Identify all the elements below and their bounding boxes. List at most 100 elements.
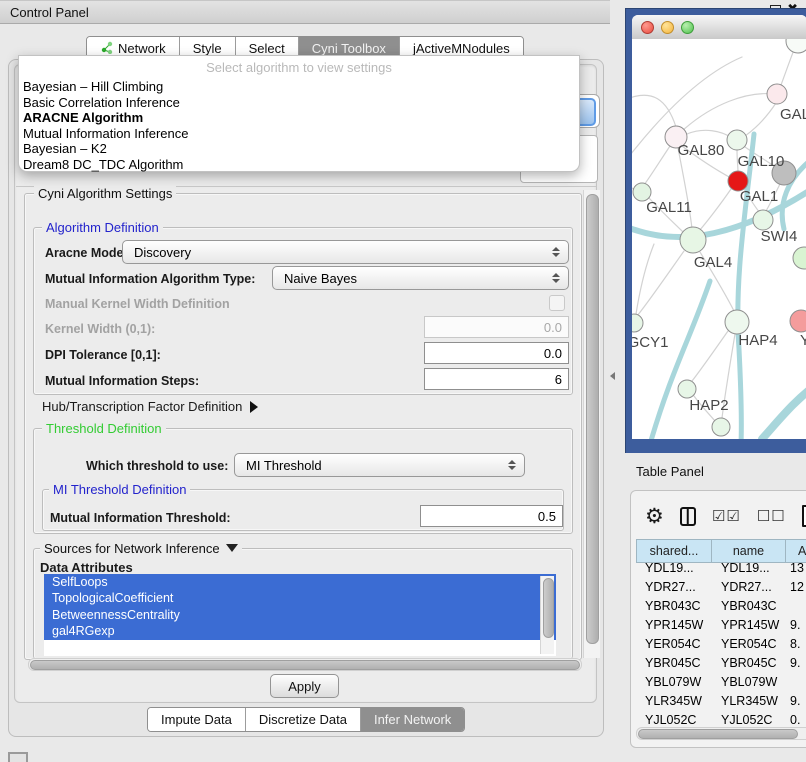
network-window-titlebar xyxy=(632,15,806,40)
node-label-y: Y xyxy=(800,332,806,349)
table-row[interactable]: YBL079WYBL079W xyxy=(636,672,806,691)
algorithm-option-mutual-information-inference[interactable]: Mutual Information Inference xyxy=(19,126,579,142)
tab-label: Discretize Data xyxy=(259,712,347,727)
zoom-window-icon[interactable] xyxy=(681,21,694,34)
table-cell: YER054C xyxy=(712,634,786,653)
table-row[interactable]: YDL19...YDL19...13 xyxy=(636,558,806,577)
scrollbar-thumb[interactable] xyxy=(30,660,580,670)
columns-icon[interactable] xyxy=(680,507,696,526)
scrollbar-thumb[interactable] xyxy=(543,578,554,638)
data-attributes-list[interactable]: SelfLoopsTopologicalCoefficientBetweenne… xyxy=(44,574,556,656)
table-cell: YBR043C xyxy=(712,596,786,615)
network-node[interactable] xyxy=(753,210,773,230)
tab-impute-data[interactable]: Impute Data xyxy=(148,708,246,731)
attribute-topologicalcoefficient[interactable]: TopologicalCoefficient xyxy=(44,590,556,606)
network-node[interactable] xyxy=(678,380,696,398)
network-node[interactable] xyxy=(727,130,747,150)
table-cell: 13 xyxy=(786,558,806,577)
mi-type-select[interactable]: Naive Bayes xyxy=(272,266,569,290)
control-panel-title: Control Panel xyxy=(10,5,89,20)
deselect-all-icon[interactable]: ☐☐ xyxy=(757,507,786,525)
network-node[interactable] xyxy=(632,314,643,332)
node-table: shared...nameA YDL19...YDL19...13YDR27..… xyxy=(636,539,806,729)
collapse-arrow-icon[interactable] xyxy=(226,544,238,552)
node-label-swi4: SWI4 xyxy=(761,228,798,245)
algorithm-option-basic-correlation-inference[interactable]: Basic Correlation Inference xyxy=(19,95,579,111)
control-panel-titlebar: Control Panel xyxy=(0,0,610,24)
manual-kernel-label: Manual Kernel Width Definition xyxy=(45,297,230,311)
attribute-selfloops[interactable]: SelfLoops xyxy=(44,574,556,590)
network-node[interactable] xyxy=(767,84,787,104)
algorithm-placeholder: Select algorithm to view settings xyxy=(19,60,579,79)
table-row[interactable]: YDR27...YDR27...12 xyxy=(636,577,806,596)
tab-infer-network[interactable]: Infer Network xyxy=(361,708,464,731)
table-cell: YDR27... xyxy=(636,577,712,596)
scrollbar-thumb[interactable] xyxy=(638,729,798,739)
aracne-mode-select[interactable]: Discovery xyxy=(122,240,569,264)
node-label-gcy1: GCY1 xyxy=(632,334,668,351)
aracne-mode-value: Discovery xyxy=(134,245,191,260)
table-cell: 9. xyxy=(786,653,806,672)
which-threshold-value: MI Threshold xyxy=(246,458,322,473)
table-row[interactable]: YER054CYER054C8. xyxy=(636,634,806,653)
select-all-icon[interactable]: ☑☑ xyxy=(712,507,741,525)
mi-threshold-label: Mutual Information Threshold: xyxy=(50,511,231,525)
tab-label: Network xyxy=(118,41,166,56)
network-node[interactable] xyxy=(793,247,806,269)
tab-label: Infer Network xyxy=(374,712,451,727)
mi-steps-input[interactable]: 6 xyxy=(424,368,569,390)
dpi-tolerance-value: 0.0 xyxy=(544,346,562,361)
tab-discretize-data[interactable]: Discretize Data xyxy=(246,708,361,731)
table-cell: YBR045C xyxy=(712,653,786,672)
table-cell: YDL19... xyxy=(636,558,712,577)
hub-section-toggle[interactable]: Hub/Transcription Factor Definition xyxy=(42,399,258,414)
network-edge xyxy=(650,281,710,439)
sources-group-title: Sources for Network Inference xyxy=(40,541,242,556)
network-node[interactable] xyxy=(680,227,706,253)
algorithm-option-aracne-algorithm[interactable]: ARACNE Algorithm xyxy=(19,110,579,126)
table-cell: YBL079W xyxy=(712,672,786,691)
table-hscrollbar[interactable] xyxy=(636,727,806,740)
table-panel: ⚙ ☑☑ ☐☐ shared...nameA YDL19...YDL19...1… xyxy=(630,490,806,748)
table-cell xyxy=(786,596,806,615)
kernel-width-input[interactable]: 0.0 xyxy=(424,316,569,338)
mi-type-value: Naive Bayes xyxy=(284,271,357,286)
new-table-icon[interactable] xyxy=(802,505,806,527)
network-edge xyxy=(687,130,732,138)
settings-scrollbar[interactable] xyxy=(583,190,600,658)
network-node[interactable] xyxy=(790,310,806,332)
expand-arrow-icon[interactable] xyxy=(250,401,258,413)
node-label-gal: GAL xyxy=(780,106,806,123)
network-canvas[interactable]: GALGAL80GAL10GAL1GAL11SWI4GAL4GCY1HAP4YH… xyxy=(632,39,806,439)
dpi-tolerance-input[interactable]: 0.0 xyxy=(424,342,569,364)
network-edge xyxy=(682,94,775,131)
table-cell: 8. xyxy=(786,634,806,653)
data-attributes-label: Data Attributes xyxy=(40,560,133,575)
table-row[interactable]: YLR345WYLR345W9. xyxy=(636,691,806,710)
algorithm-option-bayesian-hill-climbing[interactable]: Bayesian – Hill Climbing xyxy=(19,79,579,95)
minimize-window-icon[interactable] xyxy=(661,21,674,34)
algorithm-option-dream8-dc-tdc-algorithm[interactable]: Dream8 DC_TDC Algorithm xyxy=(19,157,579,173)
network-node[interactable] xyxy=(725,310,749,334)
splitter-handle-icon[interactable] xyxy=(610,372,615,380)
attribute-betweennesscentrality[interactable]: BetweennessCentrality xyxy=(44,607,556,623)
attribute-gal4rgexp[interactable]: gal4RGexp xyxy=(44,623,556,639)
close-window-icon[interactable] xyxy=(641,21,654,34)
manual-kernel-checkbox[interactable] xyxy=(549,295,565,311)
network-graph[interactable]: GALGAL80GAL10GAL1GAL11SWI4GAL4GCY1HAP4YH… xyxy=(632,39,806,439)
node-label-hap4: HAP4 xyxy=(738,332,777,349)
algorithm-option-bayesian-k2[interactable]: Bayesian – K2 xyxy=(19,141,579,157)
scrollbar-thumb[interactable] xyxy=(586,194,599,644)
table-row[interactable]: YBR045CYBR045C9. xyxy=(636,653,806,672)
which-threshold-select[interactable]: MI Threshold xyxy=(234,453,525,477)
network-node[interactable] xyxy=(712,418,730,436)
network-node[interactable] xyxy=(786,39,806,53)
settings-hscrollbar[interactable] xyxy=(28,658,582,671)
attribute-list-scrollbar[interactable] xyxy=(540,576,554,654)
mi-threshold-input[interactable]: 0.5 xyxy=(420,505,563,527)
docked-panel-icon[interactable] xyxy=(8,752,28,762)
gear-icon[interactable]: ⚙ xyxy=(645,505,664,527)
table-row[interactable]: YBR043CYBR043C xyxy=(636,596,806,615)
table-row[interactable]: YPR145WYPR145W9. xyxy=(636,615,806,634)
apply-button[interactable]: Apply xyxy=(270,674,339,698)
